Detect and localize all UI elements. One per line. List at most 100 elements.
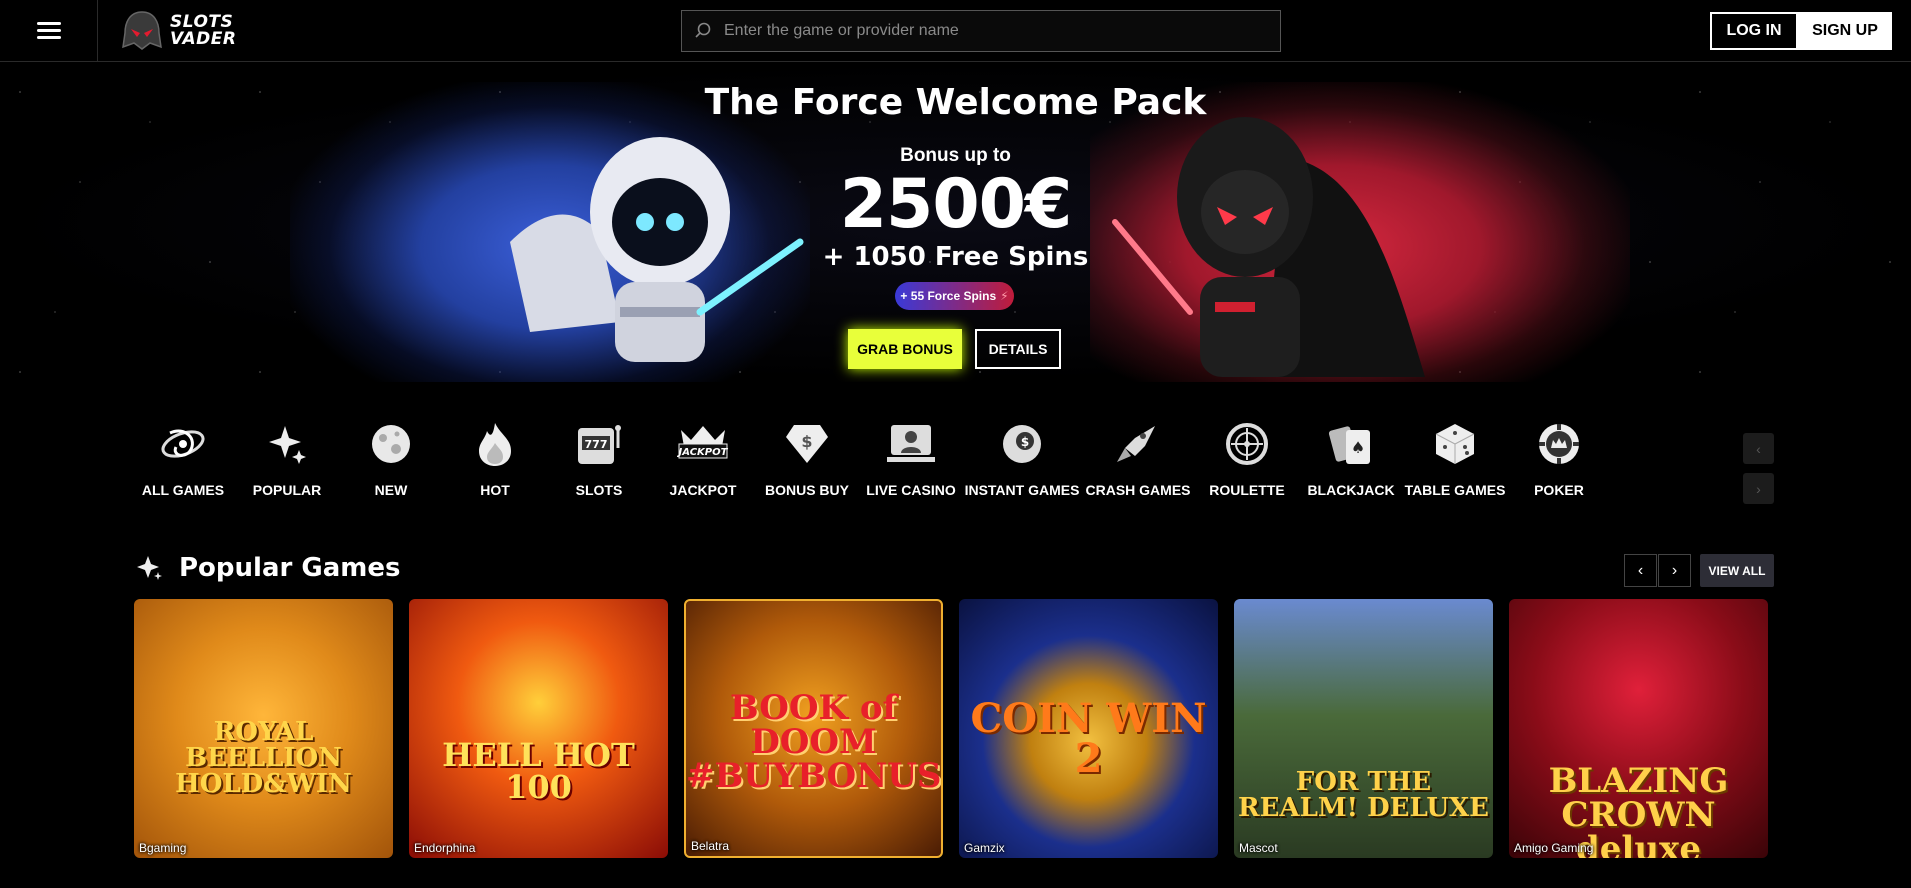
category-roulette[interactable]: ROULETTE: [1195, 418, 1299, 508]
game-title: ROYAL BEELLION HOLD&WIN: [175, 717, 352, 799]
slot-machine-icon: 777: [573, 418, 625, 470]
force-spins-label: + 55 Force Spins: [900, 289, 997, 303]
category-label: BLACKJACK: [1307, 482, 1395, 498]
games-next-button[interactable]: ›: [1658, 554, 1691, 587]
chevron-left-icon: ‹: [1756, 440, 1761, 457]
category-slots[interactable]: 777 SLOTS: [547, 418, 651, 508]
hamburger-icon: [36, 18, 61, 43]
game-provider: Mascot: [1239, 841, 1278, 855]
lightning-icon: ⚡: [1000, 289, 1009, 303]
category-bonus-buy[interactable]: $ BONUS BUY: [755, 418, 859, 508]
grab-bonus-button[interactable]: GRAB BONUS: [848, 329, 962, 369]
category-label: ROULETTE: [1209, 482, 1285, 498]
search-bar[interactable]: [681, 10, 1281, 52]
category-label: BONUS BUY: [764, 482, 849, 498]
game-provider: Gamzix: [964, 841, 1005, 855]
dice-icon: [1429, 418, 1481, 470]
category-table-games[interactable]: TABLE GAMES: [1403, 418, 1507, 508]
signup-button[interactable]: SIGN UP: [1798, 12, 1892, 50]
spaceship-icon: [1112, 418, 1164, 470]
game-tile[interactable]: HELL HOT 100 Endorphina: [409, 599, 668, 858]
roulette-icon: [1221, 418, 1273, 470]
category-label: POPULAR: [252, 482, 322, 498]
force-spins-badge: + 55 Force Spins ⚡: [895, 282, 1014, 310]
category-label: SLOTS: [575, 482, 623, 498]
hero-title: The Force Welcome Pack: [704, 82, 1207, 123]
category-label: TABLE GAMES: [1404, 482, 1506, 498]
game-title: COIN WIN 2: [970, 695, 1207, 782]
search-icon: [695, 22, 711, 38]
category-next-button[interactable]: ›: [1743, 473, 1774, 504]
login-button[interactable]: LOG IN: [1710, 12, 1798, 50]
hero-free-spins: + 1050 Free Spins: [822, 242, 1089, 272]
category-label: LIVE CASINO: [866, 482, 956, 498]
logo[interactable]: SLOTS VADER: [120, 9, 236, 53]
game-provider: Endorphina: [414, 841, 476, 855]
category-label: INSTANT GAMES: [964, 482, 1080, 498]
svg-text:$: $: [1021, 435, 1029, 449]
sparkle-icon: [261, 418, 313, 470]
category-label: ALL GAMES: [141, 482, 225, 498]
category-popular[interactable]: POPULAR: [235, 418, 339, 508]
game-tile[interactable]: FOR THE REALM! DELUXE Mascot: [1234, 599, 1493, 858]
category-new[interactable]: NEW: [339, 418, 443, 508]
logo-line-2: VADER: [170, 28, 237, 49]
category-blackjack[interactable]: ♠ BLACKJACK: [1299, 418, 1403, 508]
svg-text:$: $: [801, 432, 812, 451]
live-dealer-icon: [885, 418, 937, 470]
jackpot-crown-icon: JACKPOT: [677, 418, 729, 470]
game-title: BOOK of DOOM #BUYBONUS: [686, 688, 942, 796]
category-label: JACKPOT: [669, 482, 737, 498]
cards-icon: ♠: [1325, 418, 1377, 470]
hero-banner: The Force Welcome Pack Bonus up to 2500€…: [0, 62, 1911, 382]
game-provider: Belatra: [691, 839, 730, 853]
svg-text:777: 777: [585, 438, 608, 451]
category-jackpot[interactable]: JACKPOT JACKPOT: [651, 418, 755, 508]
game-title: FOR THE REALM! DELUXE: [1237, 767, 1489, 823]
category-hot[interactable]: HOT: [443, 418, 547, 508]
sparkle-icon: [137, 556, 162, 580]
chevron-right-icon: ›: [1756, 480, 1761, 497]
game-title: HELL HOT 100: [442, 736, 635, 806]
game-tile[interactable]: ROYAL BEELLION HOLD&WIN Bgaming: [134, 599, 393, 858]
category-all-games[interactable]: ALL GAMES: [131, 418, 235, 508]
game-provider: Amigo Gaming: [1514, 841, 1594, 855]
section-title: Popular Games: [179, 553, 401, 583]
category-crash-games[interactable]: CRASH GAMES: [1081, 418, 1195, 508]
category-poker[interactable]: POKER: [1507, 418, 1611, 508]
hero-bonus-amount: 2500€: [839, 165, 1073, 244]
games-prev-button[interactable]: ‹: [1624, 554, 1657, 587]
game-grid: ROYAL BEELLION HOLD&WIN Bgaming HELL HOT…: [134, 599, 1768, 858]
auth-buttons: LOG IN SIGN UP: [1710, 12, 1892, 50]
svg-text:JACKPOT: JACKPOT: [677, 447, 729, 458]
diamond-icon: $: [781, 418, 833, 470]
chevron-left-icon: ‹: [1637, 561, 1644, 579]
view-all-button[interactable]: VIEW ALL: [1700, 554, 1774, 587]
game-provider: Bgaming: [139, 841, 187, 855]
category-live-casino[interactable]: LIVE CASINO: [859, 418, 963, 508]
category-prev-button[interactable]: ‹: [1743, 433, 1774, 464]
game-tile[interactable]: COIN WIN 2 Gamzix: [959, 599, 1218, 858]
logo-line-1: SLOTS: [170, 11, 234, 32]
vader-helmet-icon: [122, 10, 162, 50]
details-button[interactable]: DETAILS: [975, 329, 1061, 369]
instant-ball-icon: $: [996, 418, 1048, 470]
logo-text: SLOTS VADER: [170, 11, 237, 49]
galaxy-icon: [157, 418, 209, 470]
popular-games-header: Popular Games: [137, 553, 400, 583]
chevron-right-icon: ›: [1671, 561, 1678, 579]
menu-button[interactable]: [0, 0, 98, 62]
category-label: CRASH GAMES: [1085, 482, 1191, 498]
category-label: NEW: [374, 482, 408, 498]
category-label: POKER: [1534, 482, 1584, 498]
category-instant-games[interactable]: $ INSTANT GAMES: [963, 418, 1081, 508]
game-tile[interactable]: BLAZING CROWN deluxe Amigo Gaming: [1509, 599, 1768, 858]
game-tile[interactable]: BOOK of DOOM #BUYBONUS Belatra: [684, 599, 943, 858]
planet-icon: [365, 418, 417, 470]
category-label: HOT: [480, 482, 510, 498]
hero-subtitle: Bonus up to: [900, 145, 1011, 166]
category-bar: ALL GAMES POPULAR NEW HOT 777 SLOTS JACK…: [131, 418, 1611, 508]
search-input[interactable]: [724, 22, 1280, 40]
svg-text:♠: ♠: [1351, 438, 1365, 457]
flame-icon: [469, 418, 521, 470]
